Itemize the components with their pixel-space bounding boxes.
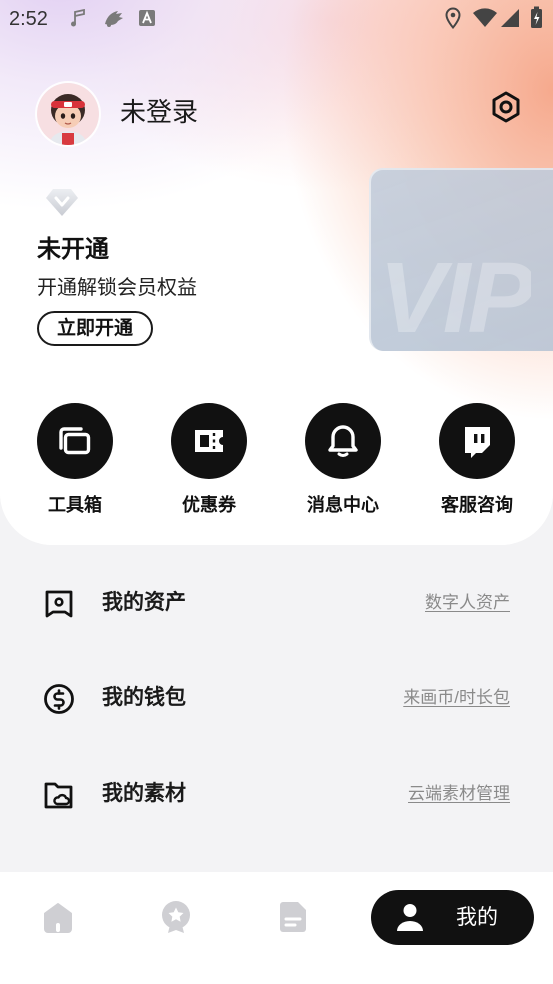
chat-bubble-icon xyxy=(439,403,515,479)
nav-tab-label: 我的 xyxy=(456,906,498,929)
shortcut-customer-service[interactable]: 客服咨询 xyxy=(417,403,537,523)
asset-frame-icon xyxy=(43,588,75,620)
settings-hexagon-icon[interactable] xyxy=(489,90,523,124)
avatar[interactable] xyxy=(37,83,99,145)
battery-charging-icon xyxy=(530,6,543,29)
shortcut-coupon[interactable]: 优惠券 xyxy=(149,403,269,523)
vip-card[interactable]: VIP xyxy=(369,168,553,351)
a-box-icon xyxy=(138,9,156,27)
menu-item-assets[interactable]: 我的资产 数字人资产 xyxy=(0,571,553,635)
vip-status: 未开通 xyxy=(37,236,109,263)
person-icon xyxy=(395,902,425,932)
bell-icon xyxy=(305,403,381,479)
coupon-icon xyxy=(171,403,247,479)
toolbox-icon xyxy=(37,403,113,479)
cloud-folder-icon xyxy=(43,779,75,811)
signal-icon xyxy=(500,8,520,28)
shortcut-messages[interactable]: 消息中心 xyxy=(283,403,403,523)
menu-item-wallet[interactable]: 我的钱包 来画币/时长包 xyxy=(0,666,553,730)
music-note-icon xyxy=(70,9,86,27)
home-icon[interactable] xyxy=(41,900,75,934)
shortcut-label: 优惠券 xyxy=(182,495,236,515)
status-time: 2:52 xyxy=(9,8,48,30)
activate-vip-button[interactable]: 立即开通 xyxy=(37,311,153,346)
menu-item-title: 我的钱包 xyxy=(102,686,186,709)
menu-item-link[interactable]: 数字人资产 xyxy=(425,571,510,635)
menu-item-title: 我的素材 xyxy=(102,782,186,805)
menu-item-materials[interactable]: 我的素材 云端素材管理 xyxy=(0,762,553,826)
login-status-name[interactable]: 未登录 xyxy=(120,96,198,128)
bottom-navigation: 我的 xyxy=(0,872,553,984)
shortcut-label: 客服咨询 xyxy=(441,495,513,515)
dollar-coin-icon xyxy=(43,683,75,715)
shortcut-label: 消息中心 xyxy=(307,495,379,515)
nav-tab-mine[interactable]: 我的 xyxy=(371,890,534,945)
star-badge-icon[interactable] xyxy=(159,900,193,934)
vip-card-watermark: VIP xyxy=(379,248,532,348)
document-icon[interactable] xyxy=(276,900,310,934)
menu-item-link[interactable]: 来画币/时长包 xyxy=(403,666,510,730)
app-notification-icon xyxy=(103,8,125,28)
location-icon xyxy=(445,7,461,29)
diamond-icon xyxy=(44,186,80,218)
shortcut-toolbox[interactable]: 工具箱 xyxy=(15,403,135,523)
profile-header-card: 2:52 未登录 未开通 开通解锁会员权益 立即开通 VIP 工具箱 优惠券 消… xyxy=(0,0,553,545)
menu-item-title: 我的资产 xyxy=(102,591,186,614)
vip-description: 开通解锁会员权益 xyxy=(37,277,197,299)
shortcut-label: 工具箱 xyxy=(48,495,102,515)
wifi-icon xyxy=(472,8,498,28)
menu-item-link[interactable]: 云端素材管理 xyxy=(408,762,510,826)
